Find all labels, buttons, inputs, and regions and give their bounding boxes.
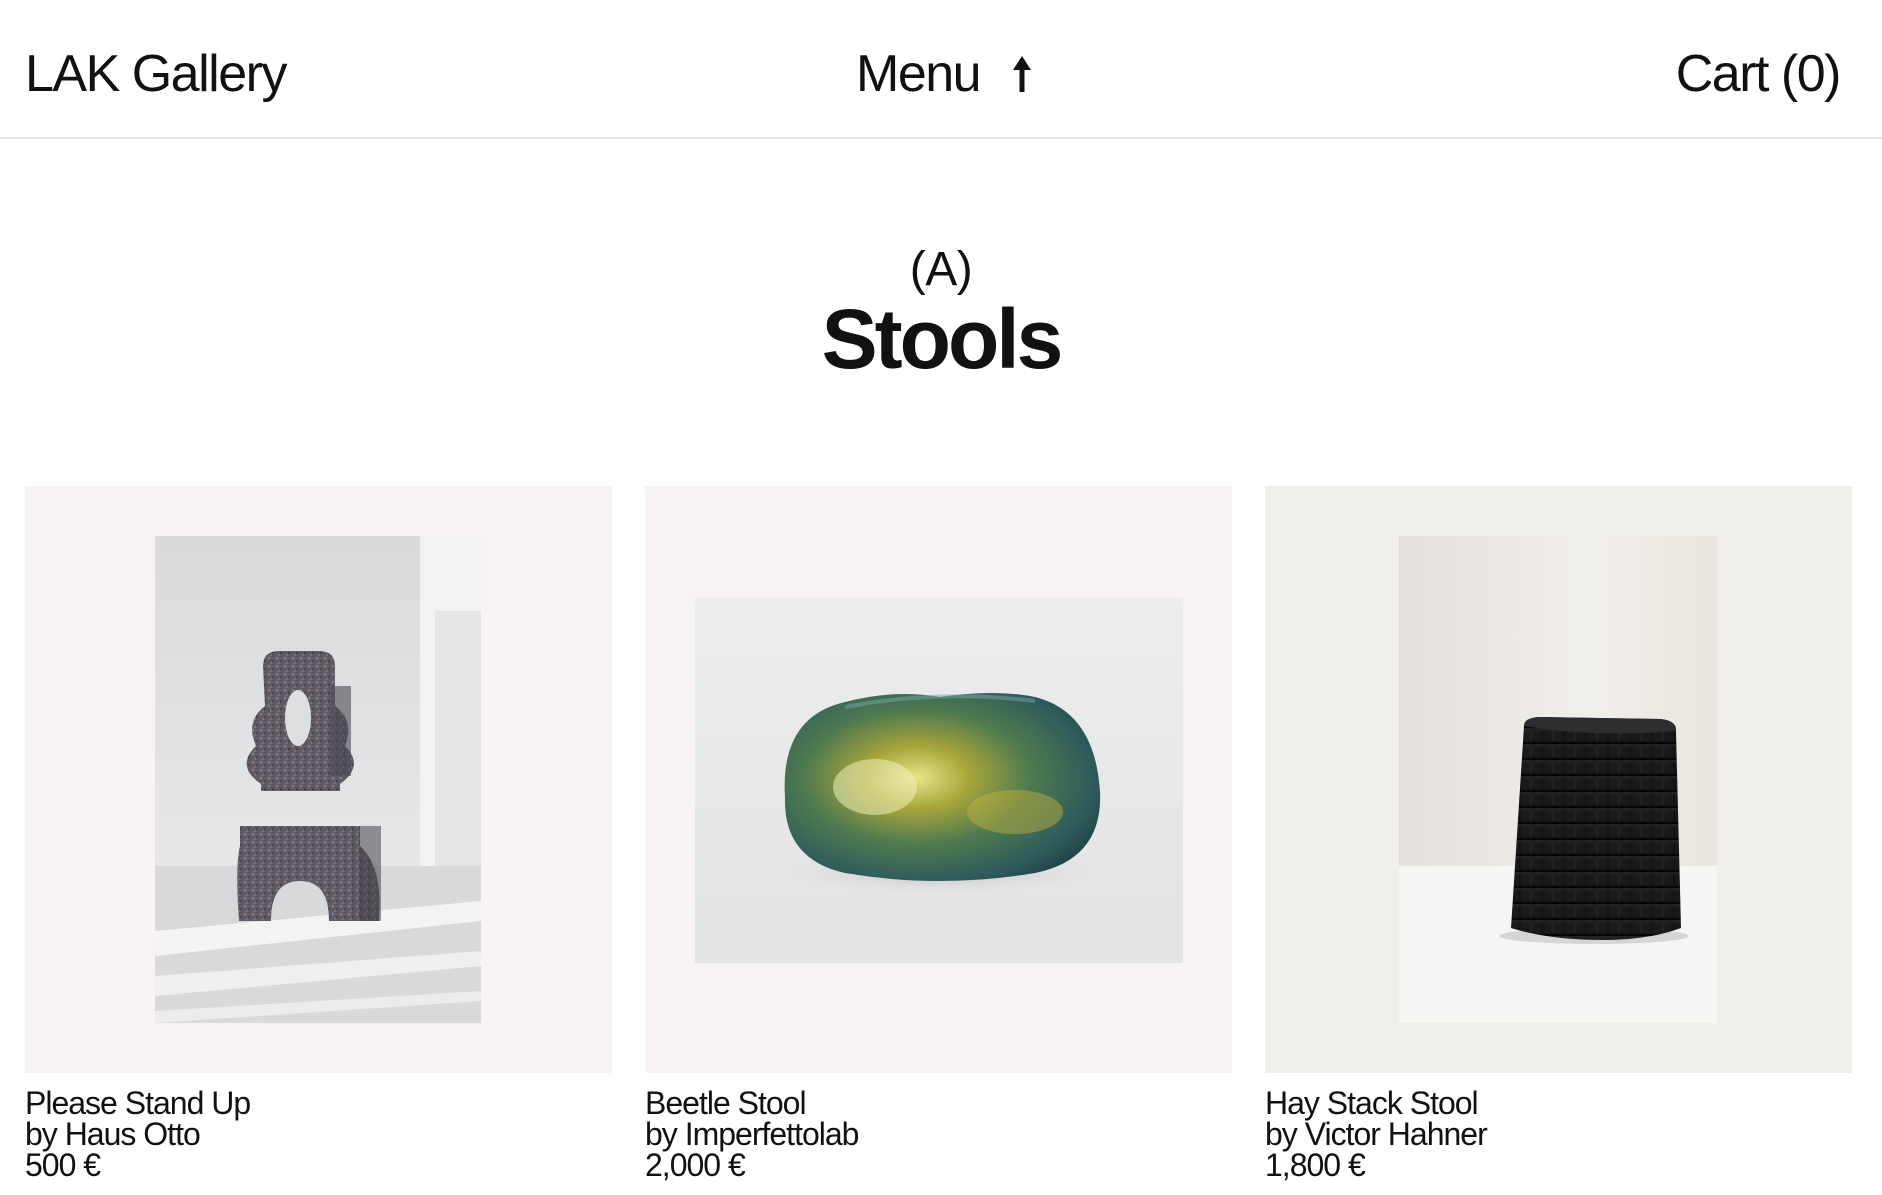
section-heading: (A) Stools bbox=[0, 242, 1882, 384]
product-name: Beetle Stool bbox=[645, 1085, 807, 1121]
logo-link[interactable]: LAK Gallery bbox=[25, 46, 287, 102]
product-price: 1,800 € bbox=[1265, 1147, 1366, 1183]
cart-link[interactable]: Cart (0) bbox=[1676, 46, 1842, 102]
product-image-frame bbox=[25, 486, 612, 1073]
menu-button[interactable]: Menu bbox=[856, 46, 1034, 102]
black-shingle-stool-photo bbox=[1399, 536, 1717, 1023]
product-name: Hay Stack Stool bbox=[1265, 1085, 1479, 1121]
site-header: LAK Gallery Menu Cart (0) bbox=[0, 0, 1882, 139]
product-designer: by Haus Otto bbox=[25, 1116, 201, 1152]
page-title: Stools bbox=[821, 292, 1064, 386]
product-info: Please Stand Up by Haus Otto 500 € bbox=[25, 1085, 612, 1183]
menu-label: Menu bbox=[856, 45, 982, 103]
product-card-please-stand-up[interactable]: Please Stand Up by Haus Otto 500 € bbox=[25, 486, 612, 1181]
product-image-frame bbox=[1265, 486, 1852, 1073]
product-name: Please Stand Up bbox=[25, 1085, 251, 1121]
product-info: Beetle Stool by Imperfettolab 2,000 € bbox=[645, 1085, 1232, 1183]
section-letter: (A) bbox=[909, 243, 973, 296]
product-price: 500 € bbox=[25, 1147, 101, 1183]
product-designer: by Victor Hahner bbox=[1265, 1116, 1488, 1152]
product-card-hay-stack-stool[interactable]: Hay Stack Stool by Victor Hahner 1,800 € bbox=[1265, 486, 1852, 1181]
product-card-beetle-stool[interactable]: Beetle Stool by Imperfettolab 2,000 € bbox=[645, 486, 1232, 1181]
product-image-frame bbox=[645, 486, 1232, 1073]
iridescent-stool-photo bbox=[695, 597, 1183, 963]
product-price: 2,000 € bbox=[645, 1147, 746, 1183]
stacked-stool-photo bbox=[155, 536, 481, 1023]
product-designer: by Imperfettolab bbox=[645, 1116, 859, 1152]
product-info: Hay Stack Stool by Victor Hahner 1,800 € bbox=[1265, 1085, 1852, 1183]
arrow-up-icon bbox=[1013, 56, 1032, 92]
